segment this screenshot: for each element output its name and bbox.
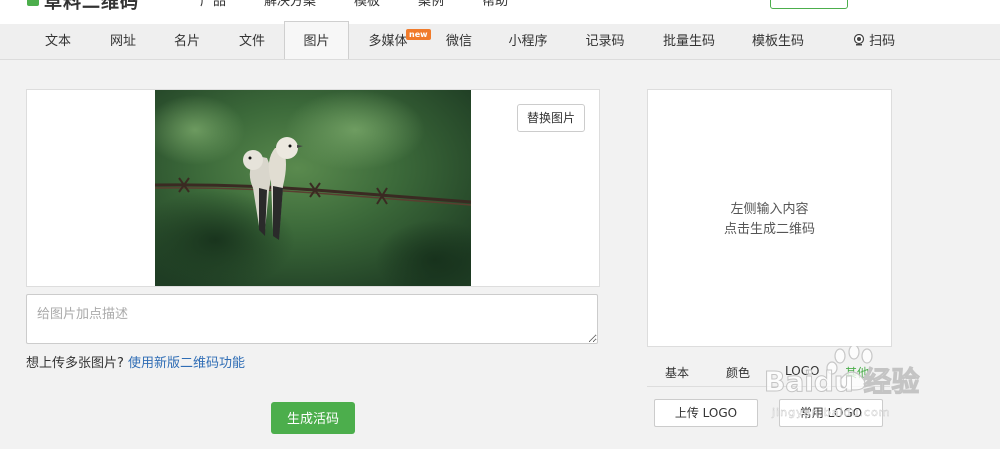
- logo-text[interactable]: 草料二维码: [44, 0, 139, 14]
- top-nav-item[interactable]: 模板: [354, 0, 380, 9]
- hint-text: 想上传多张图片?: [26, 356, 124, 371]
- image-upload-card: 替换图片: [26, 89, 600, 287]
- tab-scan[interactable]: 扫码: [846, 24, 902, 59]
- top-nav: 产品 解决方案 模板 案例 帮助: [200, 0, 508, 9]
- new-badge: new: [406, 29, 431, 40]
- replace-image-button[interactable]: 替换图片: [517, 104, 585, 132]
- login-button[interactable]: [770, 0, 848, 9]
- camera-icon: [853, 33, 865, 46]
- tab-card[interactable]: 名片: [161, 24, 213, 59]
- upload-logo-button[interactable]: 上传 LOGO: [654, 399, 758, 427]
- top-nav-item[interactable]: 产品: [200, 0, 226, 9]
- tab-text[interactable]: 文本: [32, 24, 84, 59]
- qr-preview-box: 左侧输入内容 点击生成二维码: [647, 89, 892, 347]
- tab-wechat[interactable]: 微信: [433, 24, 485, 59]
- qr-placeholder-line1: 左侧输入内容: [730, 202, 809, 217]
- tab-url[interactable]: 网址: [97, 24, 149, 59]
- bird-photo-image: [155, 90, 471, 286]
- tab-template[interactable]: 模板生码: [745, 24, 811, 59]
- qr-placeholder-line2: 点击生成二维码: [723, 222, 815, 237]
- top-nav-item[interactable]: 帮助: [482, 0, 508, 9]
- tab-miniprogram[interactable]: 小程序: [498, 24, 558, 59]
- tab-image[interactable]: 图片: [284, 21, 349, 59]
- tab-file[interactable]: 文件: [226, 24, 278, 59]
- style-tab-logo[interactable]: LOGO: [785, 364, 819, 378]
- uploaded-photo: [155, 90, 471, 286]
- top-header: 草料二维码 产品 解决方案 模板 案例 帮助: [0, 0, 1000, 25]
- top-nav-item[interactable]: 解决方案: [264, 0, 316, 9]
- logo-icon: [27, 0, 39, 6]
- style-tab-color[interactable]: 颜色: [726, 364, 750, 381]
- tab-scan-label: 扫码: [869, 34, 896, 49]
- top-nav-item[interactable]: 案例: [418, 0, 444, 9]
- qr-placeholder-text: 左侧输入内容 点击生成二维码: [648, 200, 891, 240]
- common-logo-button[interactable]: 常用 LOGO: [779, 399, 883, 427]
- new-version-link[interactable]: 使用新版二维码功能: [128, 356, 245, 371]
- tab-record-code[interactable]: 记录码: [575, 24, 635, 59]
- multi-upload-hint: 想上传多张图片? 使用新版二维码功能: [26, 352, 245, 371]
- tab-batch[interactable]: 批量生码: [656, 24, 722, 59]
- code-type-tabs: 文本 网址 名片 文件 图片 多媒体 new 微信 小程序 记录码 批量生码 模…: [0, 21, 1000, 60]
- generate-code-button[interactable]: 生成活码: [271, 402, 355, 434]
- style-tab-basic[interactable]: 基本: [665, 364, 689, 381]
- qr-style-tabs: 基本 颜色 LOGO 其他: [647, 356, 890, 387]
- style-tab-other[interactable]: 其他: [845, 364, 869, 381]
- image-description-input[interactable]: [26, 294, 598, 344]
